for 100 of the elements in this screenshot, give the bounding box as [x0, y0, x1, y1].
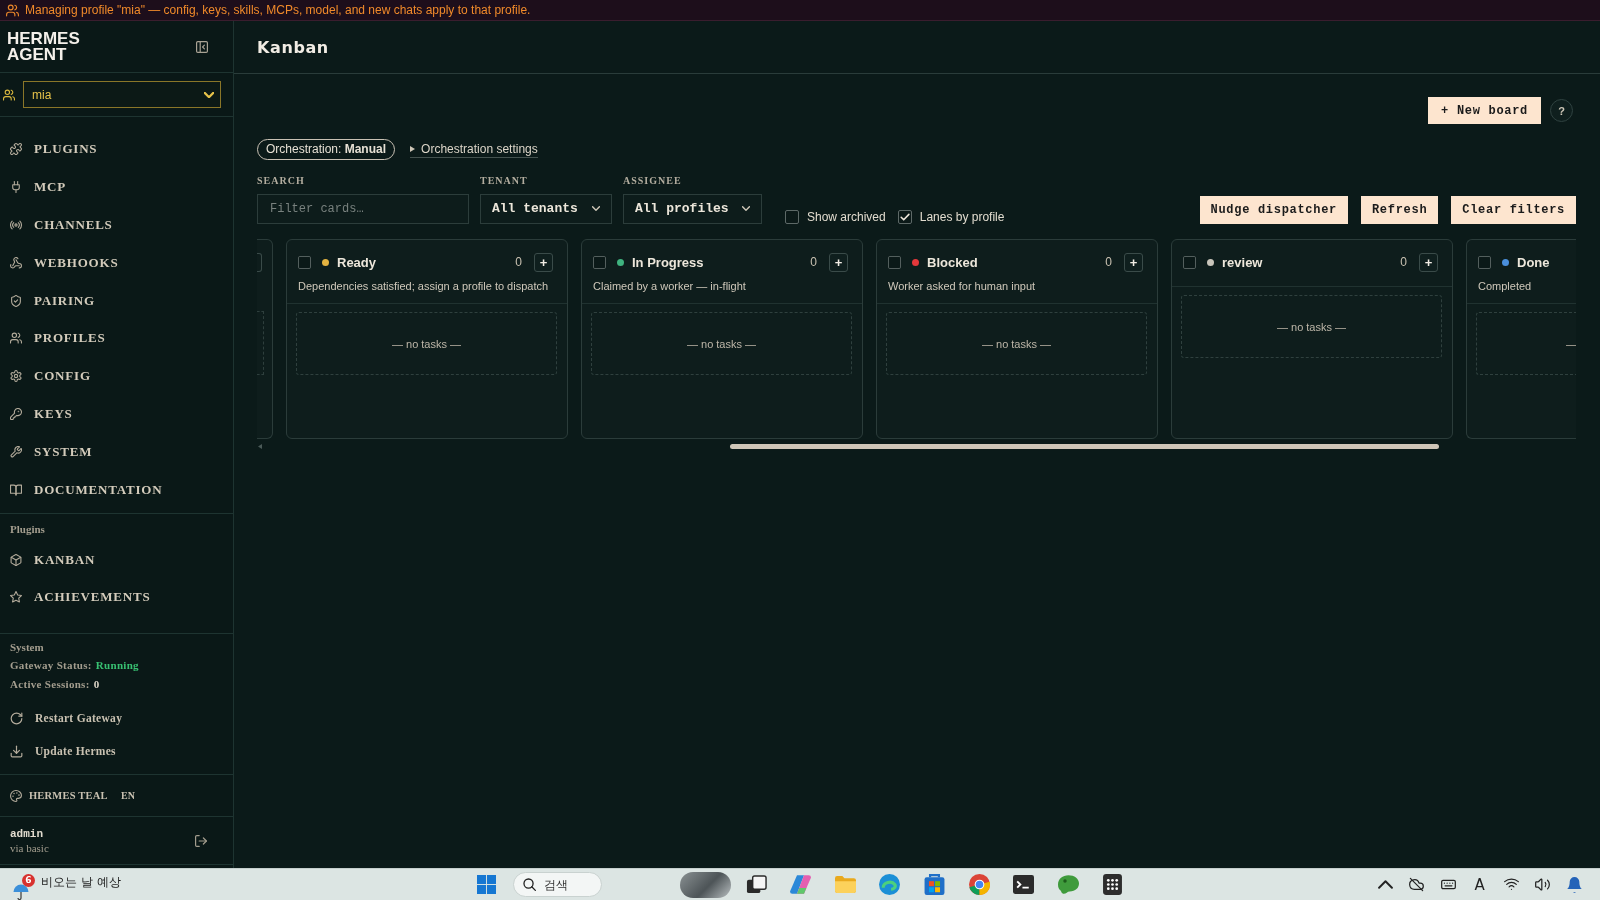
nav-item[interactable]: WEBHOOKS [0, 243, 119, 282]
photo-placeholder[interactable] [679, 871, 731, 898]
nav-item[interactable]: MCP [0, 167, 66, 206]
empty-drop-zone: — no tasks — [886, 312, 1147, 375]
add-card-button[interactable]: + [1124, 252, 1143, 272]
keypad-icon[interactable] [1102, 874, 1124, 895]
empty-drop-zone: — no tasks — [296, 312, 557, 375]
webhook-icon [10, 256, 22, 269]
nav-item[interactable]: PROFILES [0, 319, 106, 358]
column-title: review [1222, 254, 1263, 270]
checkbox[interactable] [897, 209, 912, 224]
checkbox[interactable] [888, 255, 901, 269]
ring-icon[interactable] [968, 874, 990, 895]
add-card-button[interactable]: + [829, 252, 848, 272]
blob-icon[interactable] [1057, 874, 1079, 895]
star-icon [10, 590, 22, 603]
app-logo-text: HERMES AGENT [7, 30, 81, 63]
column-title: Ready [337, 254, 377, 270]
logout-icon[interactable] [195, 834, 207, 847]
window-stack-icon[interactable] [745, 874, 767, 895]
status-value: 0 [93, 676, 100, 692]
terminal-icon[interactable] [1013, 874, 1035, 895]
nav-item[interactable]: CONFIG [0, 357, 91, 396]
weather-text[interactable]: 비오는 날 예상 [41, 875, 121, 889]
status-label: Active Sessions: [10, 676, 90, 692]
swirl-icon[interactable] [879, 874, 901, 895]
nav-item[interactable]: CHANNELS [0, 205, 113, 244]
checkbox[interactable] [593, 255, 606, 269]
input-mode-indicator[interactable]: A [1474, 875, 1485, 894]
bell-icon[interactable] [1566, 876, 1582, 893]
theme-name[interactable]: HERMES TEAL [29, 790, 121, 802]
column-title: Done [1517, 254, 1550, 270]
nav-item[interactable]: KANBAN [0, 540, 96, 579]
nav-item[interactable]: PAIRING [0, 281, 95, 320]
action-link[interactable]: Update Hermes [0, 734, 116, 769]
action-button[interactable]: Refresh [1360, 195, 1439, 224]
checkbox[interactable] [298, 255, 311, 269]
add-card-button[interactable]: + [534, 252, 553, 272]
nav-item[interactable]: SYSTEM [0, 433, 93, 471]
column-description: Worker asked for human input [888, 279, 1037, 293]
action-link[interactable]: Restart Gateway [0, 701, 123, 735]
action-button[interactable]: Nudge dispatcher [1199, 195, 1348, 224]
nav-item[interactable]: DOCUMENTATION [0, 471, 163, 509]
card-count: 0 [1400, 255, 1407, 269]
nav-item[interactable]: KEYS [0, 395, 73, 434]
status-label: Gateway Status: [10, 657, 92, 673]
field-label: SEARCH [257, 175, 306, 186]
chevron-up-icon[interactable] [1377, 877, 1393, 892]
scroll-arrow-icon[interactable] [258, 444, 262, 449]
tenant-select[interactable]: All tenants [480, 193, 612, 224]
umbrella-icon[interactable] [12, 883, 30, 900]
search-icon [522, 878, 536, 891]
action-button[interactable]: Clear filters [1451, 195, 1576, 224]
status-value: Running [95, 657, 139, 673]
wrench-icon [10, 446, 22, 459]
card-count: 0 [1105, 255, 1112, 269]
assignee-select[interactable]: All profiles [623, 193, 762, 224]
settings-link[interactable]: Orchestration settings [410, 141, 538, 158]
language-toggle[interactable]: EN [121, 790, 135, 802]
shield-check-icon [10, 294, 22, 307]
checkbox-label: Lanes by profile [919, 209, 1005, 224]
wifi-icon[interactable] [1503, 877, 1519, 892]
cube-icon [10, 553, 22, 566]
checkbox[interactable] [1478, 255, 1491, 269]
checkbox[interactable] [785, 209, 799, 224]
windows-logo-icon[interactable] [477, 875, 497, 894]
empty-drop-zone: — no tasks — [591, 312, 852, 375]
users-icon [6, 3, 19, 17]
nav-item[interactable]: PLUGINS [0, 130, 98, 168]
puzzle-icon [10, 142, 22, 155]
search-field[interactable]: Filter cards… [257, 193, 469, 224]
keyboard-icon[interactable] [1440, 877, 1456, 892]
nav-item[interactable]: ACHIEVEMENTS [0, 578, 151, 616]
cloud-off-icon[interactable] [1409, 877, 1425, 892]
bag-icon[interactable] [924, 874, 945, 895]
help-button[interactable]: ? [1550, 99, 1573, 122]
taskbar-search-field[interactable]: 검색 [512, 872, 602, 897]
palette-icon [10, 789, 22, 802]
book-icon [10, 483, 22, 496]
app-icon[interactable] [790, 874, 812, 895]
checkbox[interactable] [1183, 255, 1196, 269]
column-title: Blocked [927, 254, 978, 270]
profile-select[interactable]: mia [23, 81, 221, 108]
chevron-down-icon [204, 91, 214, 98]
horizontal-scrollbar[interactable] [730, 444, 1439, 449]
auth-method: via basic [10, 841, 49, 854]
key-icon [10, 408, 22, 421]
notification-badge: 6 [22, 874, 35, 887]
chevron-down-icon [592, 206, 600, 211]
checkbox-label: Show archived [807, 209, 886, 224]
new-board-button[interactable]: + New board [1428, 97, 1541, 124]
add-card-button[interactable]: + [1419, 252, 1438, 272]
user-name: admin [10, 827, 44, 840]
column-description: Dependencies satisfied; assign a profile to dispatch [298, 279, 550, 293]
speaker-icon[interactable] [1535, 877, 1551, 892]
panel-icon[interactable] [196, 40, 208, 53]
refresh-icon [10, 711, 23, 725]
download-icon [10, 744, 23, 758]
users-icon [3, 88, 15, 101]
card-count: 0 [515, 255, 522, 269]
